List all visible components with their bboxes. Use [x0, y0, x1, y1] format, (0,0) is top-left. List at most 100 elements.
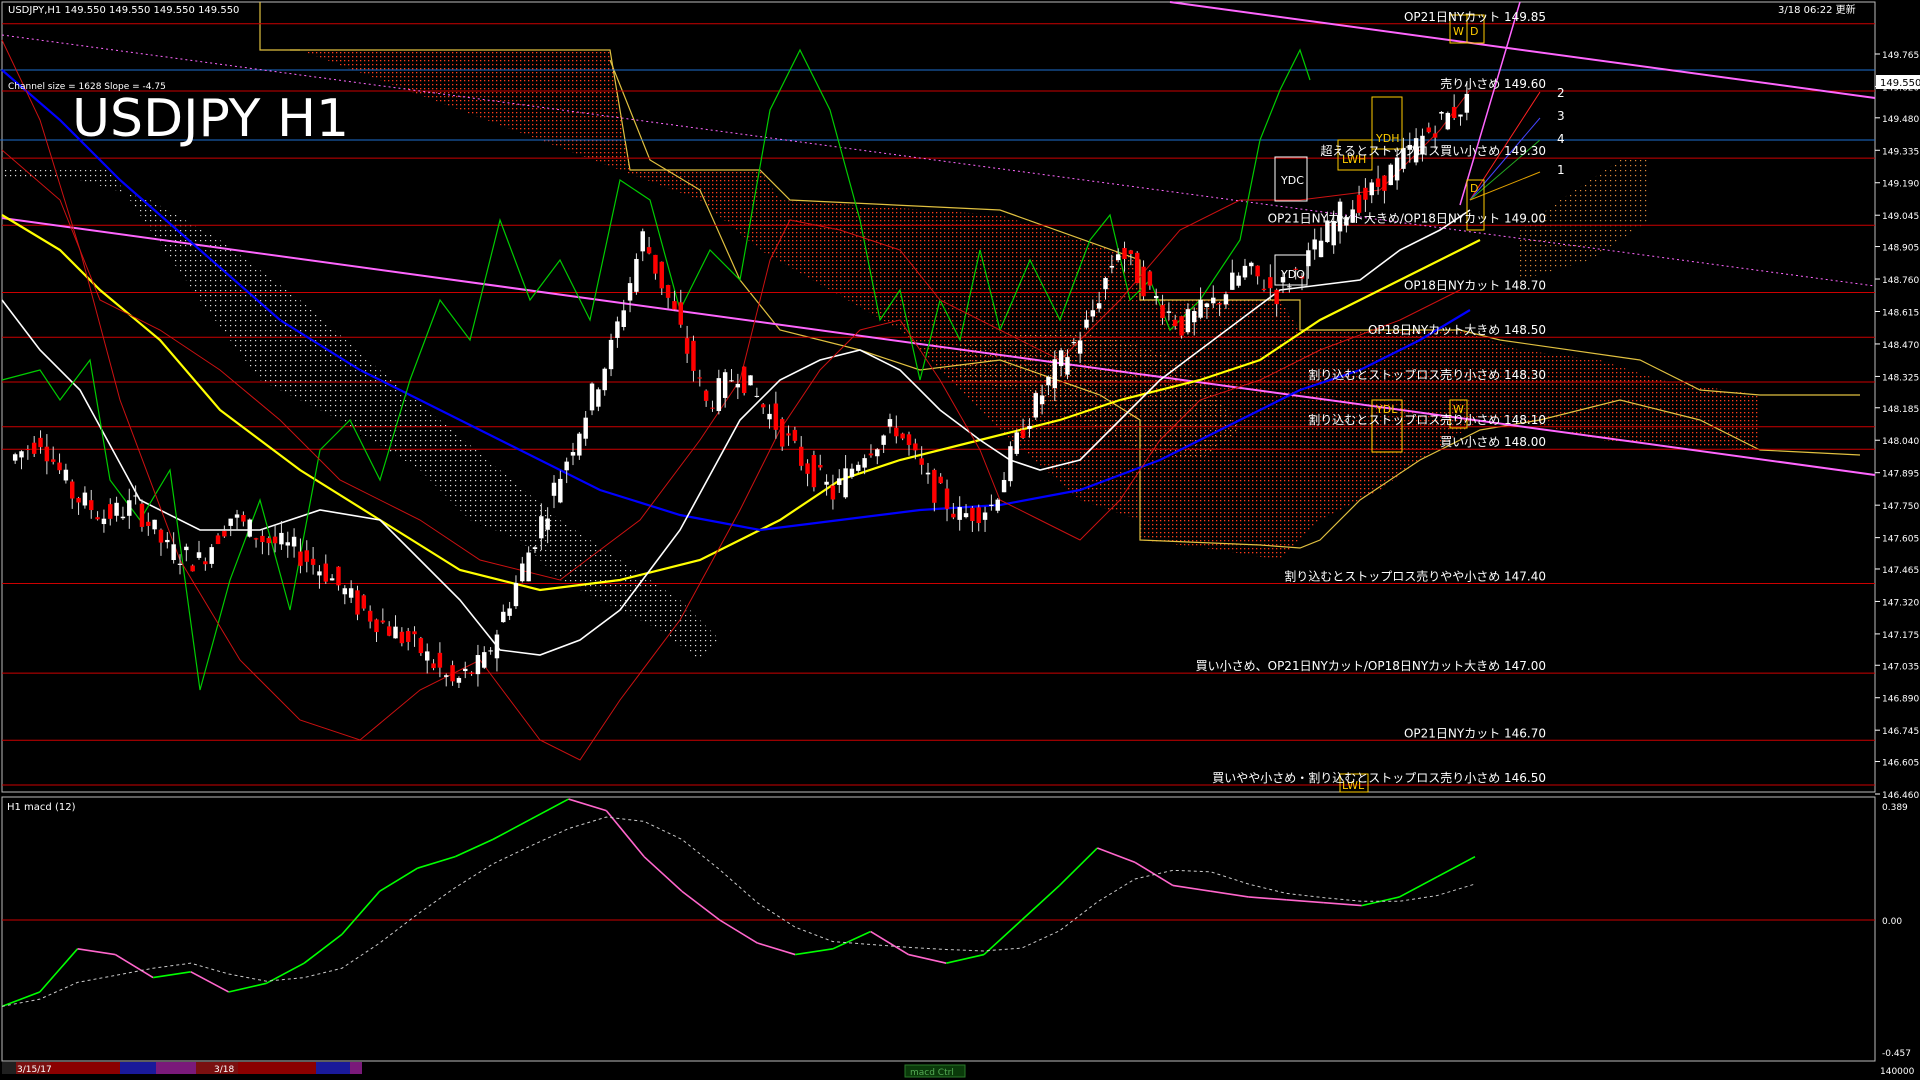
candle-body [1363, 187, 1368, 200]
ohlc-text: USDJPY,H1 149.550 149.550 149.550 149.55… [8, 5, 239, 16]
candle-body [583, 417, 588, 439]
price-tick-label: 148.470 [1882, 341, 1919, 351]
level-label: OP21日NYカット 146.70 [1404, 726, 1546, 740]
price-tick-label: 148.040 [1882, 437, 1919, 447]
candle-body [1211, 297, 1216, 304]
candle-body [450, 665, 455, 682]
candle-body [501, 611, 506, 623]
candle-body [1375, 178, 1381, 187]
level-label: 割り込むとストップロス売りやや小さめ 147.40 [1284, 569, 1546, 584]
candle-body [361, 595, 367, 609]
candle-body [412, 631, 417, 635]
level-label: 超えるとストップロス買い小さめ 149.30 [1321, 143, 1546, 158]
candle-body [963, 513, 969, 518]
candle-body [1103, 278, 1108, 290]
candle-body [424, 651, 430, 661]
candle-body [1274, 289, 1279, 305]
candle-body [1166, 311, 1172, 313]
price-tick-label: 147.895 [1882, 470, 1919, 480]
macd-ctrl-label: macd Ctrl [910, 1068, 954, 1078]
candle-body [1388, 164, 1393, 186]
level-label: OP18日NYカット 148.70 [1404, 278, 1546, 292]
candle-body [1179, 316, 1184, 336]
candle-body [887, 419, 893, 427]
price-tick-label: 147.750 [1882, 502, 1919, 512]
candle-body [260, 535, 265, 543]
candle-body [1046, 376, 1051, 386]
candle-body [1249, 262, 1254, 267]
candle-body [127, 500, 132, 516]
candle-body [602, 368, 607, 391]
candle-body [266, 537, 271, 544]
candle-body [900, 433, 905, 439]
updated-text: 3/18 06:22 更新 [1778, 3, 1856, 16]
candle-body [1141, 266, 1146, 297]
candle-body [1039, 395, 1045, 405]
price-tick-label: 148.185 [1882, 405, 1919, 415]
candle-body [957, 507, 962, 520]
candle-body [665, 285, 671, 298]
candle-body [215, 535, 221, 545]
price-tick-label: 147.175 [1882, 631, 1919, 641]
price-tick-label: 149.480 [1882, 115, 1919, 125]
candle-body [811, 455, 817, 488]
candle-body [1369, 182, 1374, 196]
price-tick-label: 146.460 [1882, 791, 1919, 801]
candle-body [488, 650, 493, 652]
candle-body [399, 631, 405, 644]
candle-body [285, 542, 290, 546]
candle-body [577, 433, 582, 456]
candle-body [799, 446, 804, 466]
candle-body [551, 482, 557, 496]
level-label: 売り小さめ 149.60 [1440, 76, 1546, 91]
macd-tick-top: 0.389 [1882, 803, 1908, 813]
candle-body [165, 539, 170, 543]
candle-body [31, 442, 37, 454]
candle-body [323, 563, 329, 582]
candle-body [1128, 250, 1134, 254]
candle-body [539, 516, 544, 539]
price-tick-label: 149.335 [1882, 147, 1919, 157]
candle-body [304, 550, 309, 562]
candle-body [133, 495, 138, 497]
price-tick-label: 146.890 [1882, 695, 1919, 705]
candle-body [646, 247, 652, 254]
candle-body [735, 383, 741, 388]
candle-body [1077, 340, 1083, 354]
candle-body [1312, 239, 1317, 250]
candle-body [856, 464, 861, 471]
candle-body [1122, 247, 1127, 260]
candle-body [1052, 359, 1058, 389]
candle-body [1394, 157, 1400, 181]
trading-chart[interactable]: YDC YDO YDH LWH YDL LWL W D D W 2 3 4 1 … [0, 0, 1920, 1080]
price-tick-label: 147.465 [1882, 566, 1919, 576]
candle-body [1451, 106, 1457, 118]
candle-body [938, 476, 943, 484]
candle-body [944, 488, 950, 509]
candle-body [837, 478, 842, 485]
candle-body [1204, 303, 1210, 307]
d-label-top: D [1470, 25, 1478, 38]
candle-body [526, 552, 531, 582]
candle-body [1382, 175, 1387, 191]
candle-body [190, 565, 195, 572]
ydh-label: YDH [1375, 132, 1399, 145]
fan-label-1: 1 [1557, 163, 1565, 177]
candle-body [1439, 111, 1444, 114]
candle-body [25, 449, 31, 451]
candle-body [70, 481, 75, 499]
candle-body [767, 413, 772, 420]
level-label: 買いやや小さめ・割り込むとストップロス売り小さめ 146.50 [1212, 770, 1546, 785]
price-tick-label: 147.320 [1882, 598, 1919, 608]
candle-body [38, 437, 43, 448]
candle-body [348, 588, 354, 598]
candle-body [1445, 112, 1451, 130]
candle-body [1058, 350, 1064, 367]
candle-body [114, 502, 119, 516]
candle-body [228, 518, 233, 526]
candle-body [203, 561, 208, 565]
candle-body [1217, 303, 1222, 305]
candle-body [558, 478, 563, 503]
candle-body [329, 578, 335, 581]
candle-body [1115, 254, 1121, 261]
